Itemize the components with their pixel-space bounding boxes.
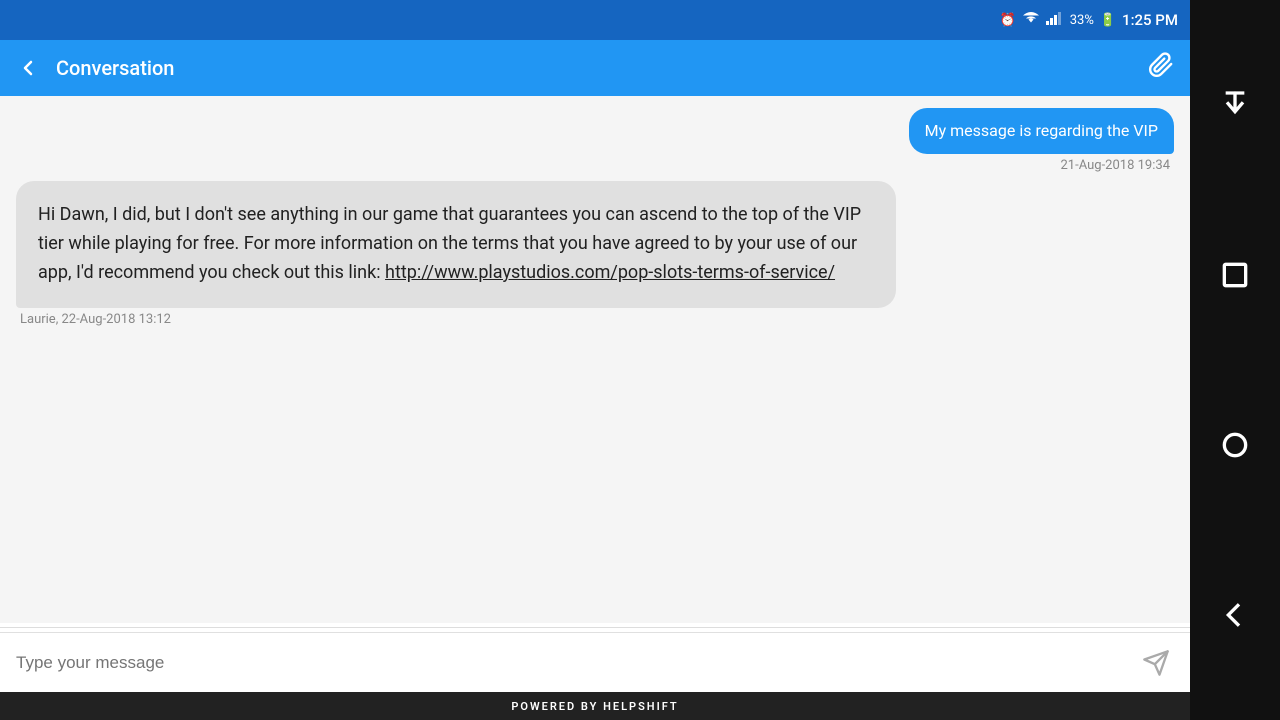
battery-icon: 🔋 [1100,13,1116,28]
status-bar: ⏰ 33% 🔋 [0,0,1190,40]
wifi-icon [1022,11,1040,29]
outgoing-time: 21-Aug-2018 19:34 [909,158,1174,173]
outgoing-bubble: My message is regarding the VIP [909,108,1174,154]
terms-link[interactable]: http://www.playstudios.com/pop-slots-ter… [385,262,835,283]
chat-area: My message is regarding the VIP 21-Aug-2… [0,96,1190,623]
incoming-bubble: Hi Dawn, I did, but I don't see anything… [16,181,896,307]
footer: POWERED BY HELPSHIFT [0,692,1190,720]
alarm-icon: ⏰ [1000,13,1016,28]
nav-bar [1190,0,1280,720]
incoming-text: Hi Dawn, I did, but I don't see anything… [38,204,861,283]
app-bar-left: Conversation [16,56,174,80]
input-divider [0,627,1190,628]
app-bar: Conversation [0,40,1190,96]
input-area [0,632,1190,692]
message-outgoing: My message is regarding the VIP 21-Aug-2… [909,108,1174,173]
status-time: 1:25 PM [1122,11,1178,29]
message-input[interactable] [16,653,1134,673]
home-icon[interactable] [1219,429,1251,461]
signal-icon [1046,11,1064,29]
back-nav-icon[interactable] [1219,599,1251,631]
attach-icon[interactable] [1148,52,1174,84]
page-title: Conversation [56,56,174,80]
back-button[interactable] [16,56,40,80]
sender-time: Laurie, 22-Aug-2018 13:12 [16,312,896,327]
outgoing-text: My message is regarding the VIP [925,121,1158,140]
window-icon[interactable] [1219,259,1251,291]
download-icon[interactable] [1219,89,1251,121]
send-button[interactable] [1134,641,1178,685]
status-icons: ⏰ 33% 🔋 [1000,11,1178,29]
message-incoming: Hi Dawn, I did, but I don't see anything… [16,181,896,326]
battery-percentage: 33% [1070,13,1094,28]
footer-text: POWERED BY HELPSHIFT [511,700,678,713]
